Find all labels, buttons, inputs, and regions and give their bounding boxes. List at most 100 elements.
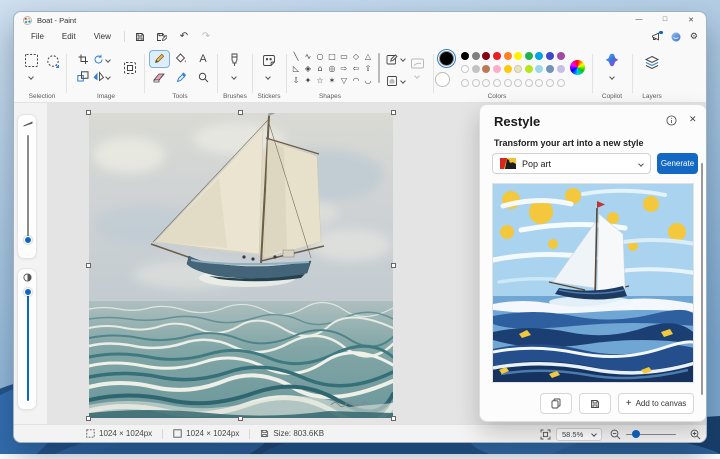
titlebar[interactable]: Boat - Paint — □ ✕	[14, 12, 706, 28]
palette-empty-slot[interactable]	[504, 79, 512, 87]
color1-swatch[interactable]	[439, 51, 454, 66]
palette-empty-slot[interactable]	[546, 79, 554, 87]
shapes-scrollbar[interactable]	[378, 53, 380, 83]
edit-colors-button[interactable]	[570, 60, 585, 75]
rectangle-select-tool[interactable]	[24, 53, 39, 68]
palette-color-7092BE[interactable]	[546, 65, 554, 73]
save-as-button[interactable]	[151, 29, 173, 44]
palette-color-99D9EA[interactable]	[535, 65, 543, 73]
magnifier-tool[interactable]	[193, 69, 214, 87]
canvas-handle-se[interactable]	[391, 416, 396, 421]
palette-color-000000[interactable]	[461, 52, 469, 60]
shape-six-point-star[interactable]: ✶	[326, 74, 338, 86]
close-button[interactable]: ✕	[678, 12, 704, 27]
resize-tool[interactable]	[73, 71, 93, 82]
copilot-button[interactable]	[605, 53, 619, 67]
zoom-out-button[interactable]	[610, 429, 621, 440]
save-button[interactable]	[129, 29, 151, 44]
zoom-slider-thumb[interactable]	[632, 430, 640, 438]
canvas-handle-ne[interactable]	[391, 110, 396, 115]
palette-empty-slot[interactable]	[461, 79, 469, 87]
shape-cloud-callout[interactable]: ◡	[362, 74, 374, 86]
feedback-megaphone-icon[interactable]	[651, 32, 662, 42]
palette-color-00A2E8[interactable]	[535, 52, 543, 60]
fill-tool[interactable]	[171, 50, 192, 68]
settings-gear-icon[interactable]: ⚙	[690, 32, 698, 41]
shape-four-point-star[interactable]: ✦	[302, 74, 314, 86]
palette-color-EFE4B0[interactable]	[514, 65, 522, 73]
shape-curve[interactable]: ∿	[302, 50, 314, 62]
palette-empty-slot[interactable]	[525, 79, 533, 87]
free-form-select-tool[interactable]	[46, 54, 60, 68]
layers-button[interactable]	[644, 55, 660, 70]
shape-hexagon[interactable]: ◎	[326, 62, 338, 74]
undo-button[interactable]: ↶	[173, 29, 195, 44]
stickers-tool[interactable]	[262, 54, 276, 68]
shape-pentagon[interactable]: ⌂	[314, 62, 326, 74]
palette-color-FFAEC9[interactable]	[493, 65, 501, 73]
redo-button[interactable]: ↷	[195, 29, 217, 44]
palette-color-C8BFE7[interactable]	[557, 65, 565, 73]
canvas-handle-s[interactable]	[238, 416, 243, 421]
size-slider-thumb[interactable]	[24, 236, 32, 244]
shape-arrow-up[interactable]: ⇧	[362, 62, 374, 74]
drawing-canvas[interactable]	[89, 113, 393, 418]
palette-empty-slot[interactable]	[482, 79, 490, 87]
palette-empty-slot[interactable]	[493, 79, 501, 87]
fit-to-screen-button[interactable]	[540, 429, 551, 440]
palette-color-22B14C[interactable]	[525, 52, 533, 60]
shape-diamond[interactable]: ◈	[302, 62, 314, 74]
style-dropdown[interactable]: Pop art	[492, 153, 651, 174]
copy-result-button[interactable]	[540, 393, 572, 414]
shape-fill-dropdown[interactable]	[386, 75, 405, 87]
rotate-dropdown[interactable]	[93, 54, 119, 65]
shape-triangle[interactable]: △	[362, 50, 374, 62]
shape-line[interactable]: ╲	[290, 50, 302, 62]
canvas-handle-sw[interactable]	[86, 416, 91, 421]
palette-empty-slot[interactable]	[535, 79, 543, 87]
account-avatar[interactable]	[671, 32, 681, 42]
copilot-dropdown-chevron[interactable]	[609, 74, 615, 80]
shape-rounded-rectangle[interactable]: ▭	[338, 50, 350, 62]
shape-oval[interactable]: ○	[314, 50, 326, 62]
opacity-slider-thumb[interactable]	[24, 288, 32, 296]
palette-empty-slot[interactable]	[472, 79, 480, 87]
info-icon[interactable]	[666, 115, 677, 126]
eraser-tool[interactable]	[149, 69, 170, 87]
shape-arrow-down[interactable]: ⇩	[290, 74, 302, 86]
color2-swatch[interactable]	[435, 72, 450, 87]
menu-file[interactable]: File	[22, 30, 53, 43]
palette-color-FFC90E[interactable]	[504, 65, 512, 73]
shape-oval-callout[interactable]: ◠	[350, 74, 362, 86]
shape-callout[interactable]: ▽	[338, 74, 350, 86]
palette-color-ED1C24[interactable]	[493, 52, 501, 60]
canvas-handle-w[interactable]	[86, 263, 91, 268]
pencil-tool[interactable]	[149, 50, 170, 68]
shape-arrow-left[interactable]: ⇦	[350, 62, 362, 74]
shape-rectangle[interactable]: □	[326, 50, 338, 62]
zoom-level-dropdown[interactable]: 58.5%	[556, 428, 602, 441]
canvas-resize-tool[interactable]	[122, 60, 138, 76]
canvas-handle-n[interactable]	[238, 110, 243, 115]
shape-arrow-right[interactable]: ⇨	[338, 62, 350, 74]
opacity-slider-track[interactable]	[27, 293, 29, 401]
shape-outline-dropdown[interactable]	[386, 53, 405, 65]
maximize-button[interactable]: □	[652, 12, 678, 27]
generate-button[interactable]: Generate	[657, 153, 698, 174]
flip-dropdown[interactable]	[93, 71, 119, 82]
palette-color-FF7F27[interactable]	[504, 52, 512, 60]
palette-color-3F48CC[interactable]	[546, 52, 554, 60]
size-slider-track[interactable]	[27, 135, 29, 243]
brushes-dropdown-chevron[interactable]	[231, 74, 237, 80]
menu-edit[interactable]: Edit	[53, 30, 85, 43]
panel-scrollbar[interactable]	[701, 163, 703, 395]
palette-empty-slot[interactable]	[514, 79, 522, 87]
save-result-button[interactable]	[579, 393, 611, 414]
crop-tool[interactable]	[73, 54, 93, 65]
palette-color-FFFFFF[interactable]	[461, 65, 469, 73]
zoom-in-button[interactable]	[690, 429, 701, 440]
canvas-handle-e[interactable]	[391, 263, 396, 268]
palette-color-880015[interactable]	[482, 52, 490, 60]
palette-color-FFF200[interactable]	[514, 52, 522, 60]
palette-color-7F7F7F[interactable]	[472, 52, 480, 60]
